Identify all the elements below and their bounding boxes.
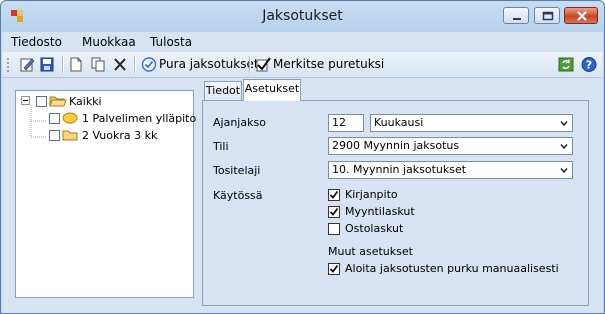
muut-asetukset-label: Muut asetukset: [328, 245, 413, 258]
title-bar: Jaksotukset: [1, 1, 604, 31]
tree-item-label: 2 Vuokra 3 kk: [82, 129, 158, 142]
kaytossa-label: Käytössä: [213, 189, 263, 202]
toolbar-separator: [249, 56, 251, 73]
myyntilaskut-checkbox[interactable]: Myyntilaskut: [328, 205, 448, 220]
tositelaji-value: 10. Myynnin jaksotukset: [332, 163, 467, 176]
tositelaji-label: Tositelaji: [213, 164, 261, 177]
tab-asetukset[interactable]: Asetukset: [243, 79, 301, 101]
ajanjakso-input[interactable]: 12: [328, 114, 364, 132]
tree-view[interactable]: Kaikki 1 Palvelimen ylläpito 2 Vuokra 3 …: [15, 90, 197, 298]
manual-purku-label: Aloita jaksotusten purku manuaalisesti: [345, 262, 559, 275]
toolbar-separator: [62, 56, 64, 73]
tili-value: 2900 Myynnin jaksotus: [332, 139, 460, 152]
settings-content: Ajanjakso 12 Kuukausi Tili 2900 Myynnin …: [207, 105, 584, 301]
tree-checkbox[interactable]: [36, 96, 47, 107]
menu-bar: Tiedosto Muokkaa Tulosta: [2, 32, 603, 52]
chevron-down-icon: [560, 144, 568, 150]
merkitse-puretuksi-label: Merkitse puretuksi: [273, 57, 385, 71]
maximize-button[interactable]: [534, 7, 560, 24]
edit-icon[interactable]: [19, 56, 35, 73]
minimize-button[interactable]: [503, 7, 529, 24]
window: Jaksotukset Tiedosto Muokkaa Tulosta Pur…: [0, 0, 605, 314]
tree-checkbox[interactable]: [49, 113, 60, 124]
tree-item-label: Kaikki: [69, 95, 102, 108]
checkmark-icon: [329, 264, 339, 273]
checkbox-box: [328, 263, 340, 275]
ostolaskut-checkbox[interactable]: Ostolaskut: [328, 222, 448, 237]
new-document-icon[interactable]: [68, 56, 84, 73]
close-icon: [577, 11, 587, 21]
close-button[interactable]: [564, 7, 598, 24]
myyntilaskut-label: Myyntilaskut: [345, 205, 415, 218]
ajanjakso-unit-value: Kuukausi: [374, 116, 424, 129]
collapse-icon[interactable]: [21, 96, 30, 105]
tili-select[interactable]: 2900 Myynnin jaksotus: [328, 137, 573, 155]
check-circle-icon: [141, 57, 157, 72]
tree-item-label: 1 Palvelimen ylläpito: [82, 112, 197, 125]
settings-panel: Ajanjakso 12 Kuukausi Tili 2900 Myynnin …: [202, 100, 589, 306]
chevron-down-icon: [560, 121, 568, 127]
menu-muokkaa[interactable]: Muokkaa: [82, 35, 136, 49]
checkbox-box: [328, 206, 340, 218]
menu-tulosta[interactable]: Tulosta: [150, 35, 192, 49]
manual-purku-checkbox[interactable]: Aloita jaksotusten purku manuaalisesti: [328, 262, 578, 277]
copy-icon[interactable]: [90, 56, 106, 73]
merkitse-puretuksi-button[interactable]: Merkitse puretuksi: [254, 52, 384, 77]
ellipse-item-icon: [62, 112, 78, 124]
client-area: Kaikki 1 Palvelimen ylläpito 2 Vuokra 3 …: [2, 78, 603, 313]
tositelaji-select[interactable]: 10. Myynnin jaksotukset: [328, 161, 573, 179]
checkmark-document-icon: [256, 57, 271, 72]
checkmark-icon: [329, 207, 339, 216]
menu-tiedosto[interactable]: Tiedosto: [11, 35, 62, 49]
save-icon[interactable]: [39, 56, 55, 73]
minimize-icon: [513, 18, 521, 20]
svg-text:?: ?: [586, 59, 592, 72]
toolbar-grip: [7, 58, 9, 72]
toolbar-separator: [134, 56, 136, 73]
tree-checkbox[interactable]: [49, 130, 60, 141]
ostolaskut-label: Ostolaskut: [345, 222, 404, 235]
ajanjakso-label: Ajanjakso: [213, 116, 266, 129]
folder-icon: [62, 130, 78, 141]
toolbar: Pura jaksotukset Merkitse puretuksi ?: [2, 52, 603, 78]
tab-tiedot[interactable]: Tiedot: [204, 81, 242, 100]
pura-jaksotukset-button[interactable]: Pura jaksotukset: [139, 52, 259, 77]
refresh-icon[interactable]: [558, 56, 574, 73]
maximize-icon: [542, 11, 554, 21]
delete-icon[interactable]: [112, 56, 128, 73]
checkmark-icon: [329, 190, 339, 199]
tili-label: Tili: [213, 140, 229, 153]
kirjanpito-checkbox[interactable]: Kirjanpito: [328, 188, 448, 203]
checkbox-box: [328, 223, 340, 235]
pura-jaksotukset-label: Pura jaksotukset: [159, 57, 259, 71]
chevron-down-icon: [560, 168, 568, 174]
kirjanpito-label: Kirjanpito: [345, 188, 398, 201]
help-icon[interactable]: ?: [581, 56, 597, 73]
folder-open-icon: [49, 96, 67, 107]
ajanjakso-unit-select[interactable]: Kuukausi: [370, 114, 573, 132]
checkbox-box: [328, 189, 340, 201]
